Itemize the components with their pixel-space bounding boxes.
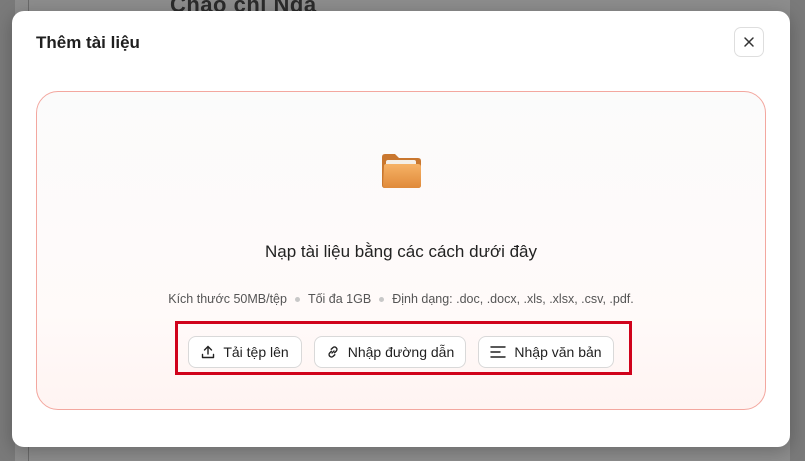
upload-file-button[interactable]: Tải tệp lên (188, 336, 302, 368)
enter-text-button[interactable]: Nhập văn bản (478, 336, 614, 368)
add-document-modal: Thêm tài liệu Nạp tài liệu bằng các cách… (12, 11, 790, 447)
separator-dot (294, 297, 300, 303)
upload-icon (202, 345, 215, 359)
modal-title: Thêm tài liệu (36, 33, 140, 52)
enter-link-button[interactable]: Nhập đường dẫn (314, 336, 466, 368)
folder-icon (382, 154, 421, 188)
text-lines-icon (490, 346, 507, 358)
dropzone-title: Nạp tài liệu bằng các cách dưới đây (264, 242, 538, 261)
upload-dropzone[interactable]: Nạp tài liệu bằng các cách dưới đây Kích… (36, 91, 766, 410)
close-button[interactable] (734, 27, 764, 57)
separator-dot (379, 297, 385, 303)
file-size-limit: Kích thước 50MB/tệp (168, 292, 287, 306)
enter-text-label: Nhập văn bản (514, 344, 602, 360)
close-icon (744, 37, 754, 47)
enter-link-label: Nhập đường dẫn (347, 344, 455, 360)
link-icon (328, 346, 338, 358)
upload-file-label: Tải tệp lên (223, 344, 289, 360)
upload-options-highlight: Tải tệp lên Nhập đường dẫn Nhập văn bản (175, 321, 632, 375)
total-limit: Tối đa 1GB (307, 292, 372, 306)
allowed-formats: Định dạng: .doc, .docx, .xls, .xlsx, .cs… (392, 292, 634, 306)
upload-constraints: Kích thước 50MB/tệp Tối đa 1GB Định dạng: … (37, 292, 765, 306)
